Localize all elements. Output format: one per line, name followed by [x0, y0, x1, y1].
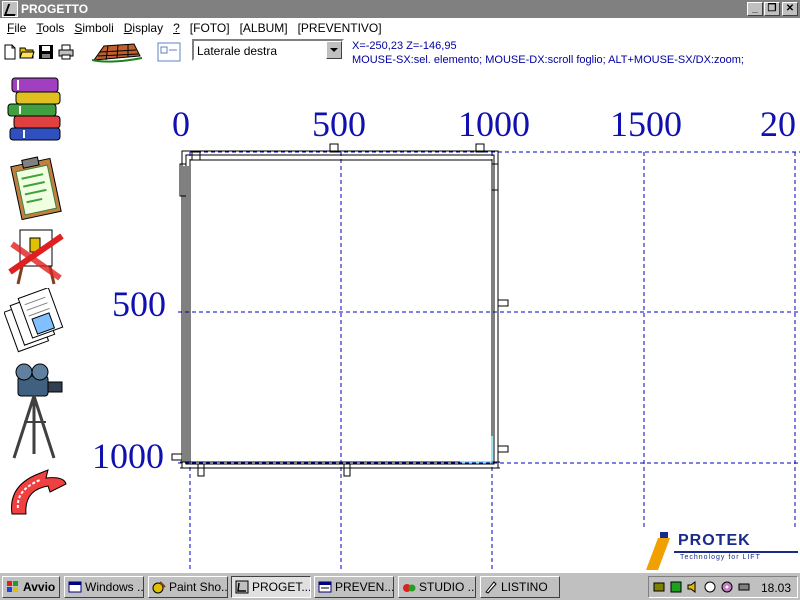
- window-title: PROGETTO: [21, 2, 89, 16]
- view-select-value: Laterale destra: [197, 44, 278, 58]
- logo-tagline: Technology for LIFT: [680, 554, 761, 561]
- layout-icon[interactable]: [157, 42, 181, 62]
- taskbar: Avvio Windows ... Paint Sho... PROGET...…: [0, 572, 800, 600]
- pen-icon: [485, 581, 497, 594]
- drawing-svg: [171, 143, 800, 570]
- window-icon: [68, 581, 82, 593]
- task-paint-shop[interactable]: Paint Sho...: [148, 576, 228, 598]
- network-icon[interactable]: [652, 580, 666, 594]
- task-label: Paint Sho...: [169, 580, 228, 594]
- task-preventivo[interactable]: PREVEN...: [314, 576, 394, 598]
- start-button[interactable]: Avvio: [2, 576, 60, 598]
- scheduler-icon[interactable]: [669, 580, 683, 594]
- open-folder-icon[interactable]: [19, 44, 35, 60]
- task-listino[interactable]: LISTINO: [480, 576, 560, 598]
- brick-wall-icon[interactable]: [90, 40, 144, 64]
- coordinate-readout: X=-250,23 Z=-146,95: [352, 40, 457, 52]
- new-file-icon[interactable]: [2, 44, 18, 60]
- display-icon[interactable]: [703, 580, 717, 594]
- tool-sidebar: [0, 70, 78, 530]
- task-label: STUDIO ...: [419, 580, 476, 594]
- menu-item-help[interactable]: ?: [168, 21, 185, 35]
- close-button[interactable]: ✕: [782, 2, 798, 16]
- form-icon: [318, 581, 332, 593]
- status-info: X=-250,23 Z=-146,95 MOUSE-SX:sel. elemen…: [352, 39, 744, 67]
- books-icon[interactable]: [4, 72, 68, 148]
- menu-item-album[interactable]: [ALBUM]: [235, 21, 293, 35]
- chevron-down-icon[interactable]: [326, 41, 342, 59]
- menu-item-preventivo[interactable]: [PREVENTIVO]: [293, 21, 387, 35]
- task-windows[interactable]: Windows ...: [64, 576, 144, 598]
- minimize-button[interactable]: _: [747, 2, 763, 16]
- selection-marker: [460, 436, 493, 463]
- task-label: LISTINO: [501, 580, 548, 594]
- clipboard-list-icon[interactable]: [4, 154, 68, 224]
- clock: 18.03: [760, 581, 791, 595]
- start-label: Avvio: [23, 580, 56, 594]
- task-studio[interactable]: STUDIO ...: [398, 576, 476, 598]
- title-bar: PROGETTO _ ❐ ✕: [0, 0, 800, 18]
- preventivo-arrow-icon[interactable]: [4, 466, 68, 522]
- menu-item-simboli[interactable]: Simboli: [69, 21, 118, 35]
- system-tray: 18.03: [648, 576, 798, 598]
- cd-icon[interactable]: [720, 580, 734, 594]
- menu-item-foto[interactable]: [FOTO]: [185, 21, 235, 35]
- camera-tripod-icon[interactable]: [4, 362, 68, 462]
- no-edit-icon[interactable]: [4, 222, 68, 288]
- menu-bar: File Tools Simboli Display? [FOTO] [ALBUM] [PR…: [0, 18, 800, 37]
- grid-lines: [178, 151, 800, 570]
- disk-icon[interactable]: [737, 580, 751, 594]
- fruit-icon: [403, 584, 416, 592]
- task-label: Windows ...: [85, 580, 144, 594]
- mouse-hint: MOUSE-SX:sel. elemento; MOUSE-DX:scroll …: [352, 54, 744, 66]
- drawing-canvas[interactable]: 0 500 1000 1500 20 500 1000 PROTEK Techn…: [80, 100, 800, 570]
- lift-frame: [171, 143, 509, 477]
- restore-button[interactable]: ❐: [764, 2, 780, 16]
- menu-item-tools[interactable]: Tools: [31, 21, 69, 35]
- view-select[interactable]: Laterale destra: [192, 39, 344, 61]
- menu-item-file[interactable]: File: [2, 21, 31, 35]
- task-progetto[interactable]: PROGET...: [231, 576, 311, 598]
- windows-logo-icon: [7, 581, 18, 592]
- task-label: PREVEN...: [335, 580, 394, 594]
- print-icon[interactable]: [58, 44, 74, 60]
- task-label: PROGET...: [252, 580, 311, 594]
- save-icon[interactable]: [38, 44, 54, 60]
- logo-brand: PROTEK: [678, 532, 751, 549]
- calculator-docs-icon[interactable]: [4, 288, 68, 360]
- menu-item-display[interactable]: Display: [119, 21, 168, 35]
- paint-icon: [152, 581, 166, 594]
- progetto-icon: [235, 580, 249, 594]
- app-icon: [2, 1, 18, 17]
- volume-icon[interactable]: [686, 580, 700, 594]
